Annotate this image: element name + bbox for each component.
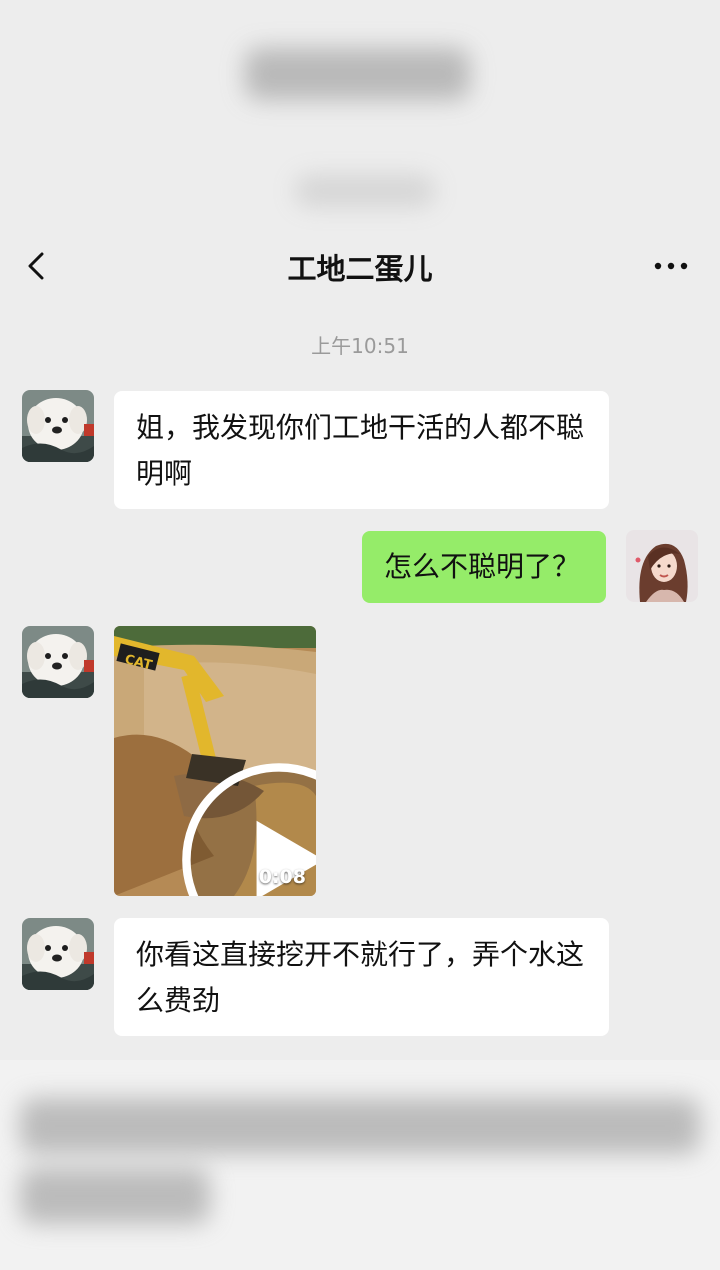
more-button[interactable] — [650, 252, 692, 280]
contact-avatar[interactable] — [22, 626, 94, 698]
dog-avatar-image — [22, 626, 94, 698]
blurred-caption-bottom — [0, 1060, 720, 1270]
blurred-text-block — [20, 1168, 210, 1224]
message-timestamp: 上午10:51 — [311, 334, 409, 358]
back-button[interactable] — [18, 244, 58, 288]
chat-header: 工地二蛋儿 — [0, 230, 720, 302]
message-bubble[interactable]: 姐，我发现你们工地干活的人都不聪明啊 — [114, 391, 609, 509]
dog-avatar-image — [22, 390, 94, 462]
contact-avatar[interactable] — [22, 390, 94, 462]
user-avatar[interactable] — [626, 530, 698, 602]
contact-avatar[interactable] — [22, 918, 94, 990]
blurred-text-block — [295, 175, 435, 207]
message-bubble[interactable]: 你看这直接挖开不就行了，弄个水这么费劲 — [114, 918, 609, 1036]
dog-avatar-image — [22, 918, 94, 990]
chevron-left-icon — [28, 252, 44, 280]
blurred-caption-top — [0, 0, 720, 230]
chat-screen: 工地二蛋儿 上午10:51 姐，我发现你们工地干活的人都不聪明啊 怎么不聪明了？ — [0, 0, 720, 1270]
more-dots-icon — [654, 262, 688, 270]
chat-title: 工地二蛋儿 — [287, 252, 433, 286]
blurred-text-block — [20, 1098, 700, 1154]
video-message[interactable]: CAT 0:08 — [114, 626, 316, 896]
message-bubble-outgoing[interactable]: 怎么不聪明了？ — [362, 531, 606, 603]
video-duration: 0:08 — [258, 866, 306, 888]
blurred-text-block — [245, 48, 470, 100]
woman-avatar-image — [626, 530, 698, 602]
